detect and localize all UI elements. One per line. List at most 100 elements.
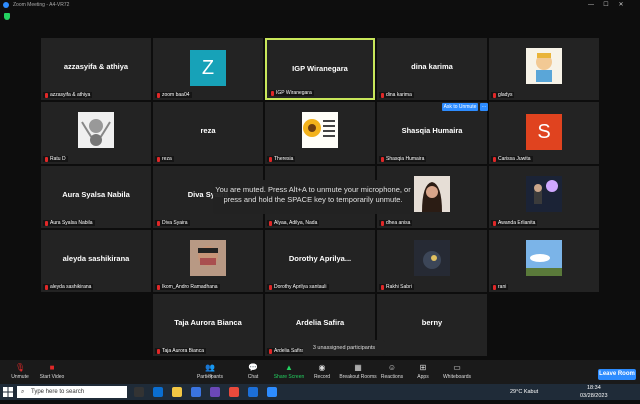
windows-start-icon[interactable] (3, 387, 13, 397)
participant-tile[interactable]: Awanda Erlianita (489, 166, 599, 228)
participant-label-text: azzasyifa & athiya (50, 92, 91, 98)
clock-date[interactable]: 03/28/2023 (580, 388, 608, 404)
participant-tile[interactable]: aleyda sashikirana aleyda sashikirana (41, 230, 151, 292)
muted-mic-icon (493, 92, 496, 98)
participant-label: gladys (491, 92, 515, 98)
participants-icon: 👥23 (205, 363, 215, 379)
muted-mic-icon: 🎙 (15, 363, 26, 372)
muted-mic-icon (269, 348, 272, 354)
participant-name: IGP Wiranegara (292, 64, 348, 73)
participant-tile[interactable]: Theresia (265, 102, 375, 164)
participant-label: reza (155, 156, 174, 162)
participant-photo (302, 112, 338, 148)
file-explorer-icon[interactable] (172, 387, 182, 397)
participants-label: Participants (196, 374, 224, 380)
edge-icon[interactable] (153, 387, 163, 397)
participant-tile[interactable]: Rakhi Sabri (377, 230, 487, 292)
whiteboard-icon: ▭ (453, 363, 461, 372)
window-title: Zoom Meeting - A4-VR72 (13, 2, 70, 8)
participant-label: aleyda sashikirana (43, 284, 94, 290)
muted-mic-icon (45, 284, 48, 290)
zoom-taskbar-icon[interactable] (267, 387, 277, 397)
unmute-label: Unmute (11, 374, 29, 380)
record-button[interactable]: ◉ Record (302, 364, 342, 381)
participant-label: Alyaa, Adilya, Nada (267, 220, 320, 226)
participant-label-text: Rakhi Sabri (386, 284, 412, 290)
participant-tile[interactable]: Ratu D (41, 102, 151, 164)
participant-label: Ratu D (43, 156, 68, 162)
participant-name: aleyda sashikirana (62, 254, 130, 263)
participant-label-text: zoom baa04 (162, 92, 190, 98)
participant-label-text: Ratu D (50, 156, 66, 162)
whiteboards-button[interactable]: ▭ Whiteboards (437, 363, 477, 381)
task-view-icon[interactable] (134, 387, 144, 397)
taskbar-search-placeholder: Type here to search (31, 389, 85, 395)
participant-label: dina karima (379, 92, 414, 98)
weather-status[interactable]: 29°C Kabut (510, 384, 538, 400)
taskbar-search-input[interactable]: ⌕ Type here to search (17, 386, 127, 398)
participant-tile[interactable]: Taja Aurora Bianca Taja Aurora Bianca (153, 294, 263, 356)
participant-tile[interactable]: Aura Syalsa Nabila Aura Syalsa Nabila (41, 166, 151, 228)
start-video-label: Start Video (39, 374, 65, 380)
participant-label: Aura Syalsa Nabila (43, 220, 95, 226)
whiteboards-label: Whiteboards (442, 374, 472, 380)
participant-tile[interactable]: rani (489, 230, 599, 292)
maximize-icon[interactable]: ☐ (599, 0, 613, 10)
participant-avatar: Z (190, 50, 226, 86)
chat-icon: 💬 (248, 363, 258, 372)
participant-tile[interactable]: S Carissa Juwita (489, 102, 599, 164)
participant-tile[interactable]: Dorothy Aprilya... Dorothy Aprilya santau… (265, 230, 375, 292)
video-off-icon: ■ (49, 363, 55, 372)
participant-label-text: IGP Wiranegara (276, 90, 312, 96)
breakout-rooms-icon: ▦ (354, 363, 362, 372)
participant-label-text: reza (162, 156, 172, 162)
participant-tile[interactable]: reza reza (153, 102, 263, 164)
participant-name: reza (200, 126, 216, 135)
participant-tile[interactable]: Ikom_Andro Ramadhana (153, 230, 263, 292)
participant-name: Taja Aurora Bianca (174, 318, 242, 327)
muted-mic-icon (271, 90, 274, 96)
participant-tile[interactable]: azzasyifa & athiya azzasyifa & athiya (41, 38, 151, 100)
muted-mic-icon (381, 284, 384, 290)
participant-photo (78, 112, 114, 148)
participant-label: Awanda Erlianita (491, 220, 538, 226)
close-icon[interactable]: ✕ (614, 0, 628, 10)
more-options-button[interactable]: ... (480, 103, 488, 111)
participant-photo (190, 240, 226, 276)
participant-tile[interactable]: IGP Wiranegara IGP Wiranegara (265, 38, 375, 100)
participant-tile[interactable]: Shasqia Humaira Shasqia Humaira (377, 102, 487, 164)
muted-mic-icon (493, 284, 496, 290)
muted-mic-icon (45, 92, 48, 98)
participant-label-text: Shasqia Humaira (386, 156, 425, 162)
chrome-icon[interactable] (229, 387, 239, 397)
participant-tile[interactable]: dina karima dina karima (377, 38, 487, 100)
minimize-icon[interactable]: — (584, 0, 598, 10)
security-shield-icon[interactable] (4, 13, 10, 20)
participant-label-text: Ikom_Andro Ramadhana (162, 284, 218, 290)
muted-mic-icon (493, 220, 496, 226)
participant-label: IGP Wiranegara (269, 90, 314, 96)
store-icon[interactable] (191, 387, 201, 397)
participant-tile[interactable]: Zzoom baa04 (153, 38, 263, 100)
participant-name: azzasyifa & athiya (63, 62, 129, 71)
chat-button[interactable]: 💬 Chat (233, 363, 273, 381)
start-video-button[interactable]: ■ Start Video (32, 363, 72, 381)
participant-tile[interactable]: berny (377, 294, 487, 356)
search-icon: ⌕ (21, 389, 25, 395)
unassigned-participants-badge[interactable]: 3 unassigned participants (303, 340, 385, 356)
participant-photo (526, 176, 562, 212)
leave-room-button[interactable]: Leave Room (598, 369, 636, 380)
participant-tile[interactable]: gladys (489, 38, 599, 100)
participant-name: Shasqia Humaira (401, 126, 463, 135)
participant-label: Taja Aurora Bianca (155, 348, 206, 354)
muted-mic-icon (45, 220, 48, 226)
ask-to-unmute-button[interactable]: Ask to Unmute (442, 103, 478, 111)
participant-name: berny (421, 318, 443, 327)
zoom-app-icon (3, 2, 9, 8)
participant-label-text: Aura Syalsa Nabila (50, 220, 93, 226)
participant-label: Ikom_Andro Ramadhana (155, 284, 220, 290)
muted-notification: You are muted. Press Alt+A to unmute you… (213, 180, 413, 214)
app-icon[interactable] (210, 387, 220, 397)
participants-button[interactable]: 👥23 Participants (190, 363, 230, 381)
word-icon[interactable] (248, 387, 258, 397)
